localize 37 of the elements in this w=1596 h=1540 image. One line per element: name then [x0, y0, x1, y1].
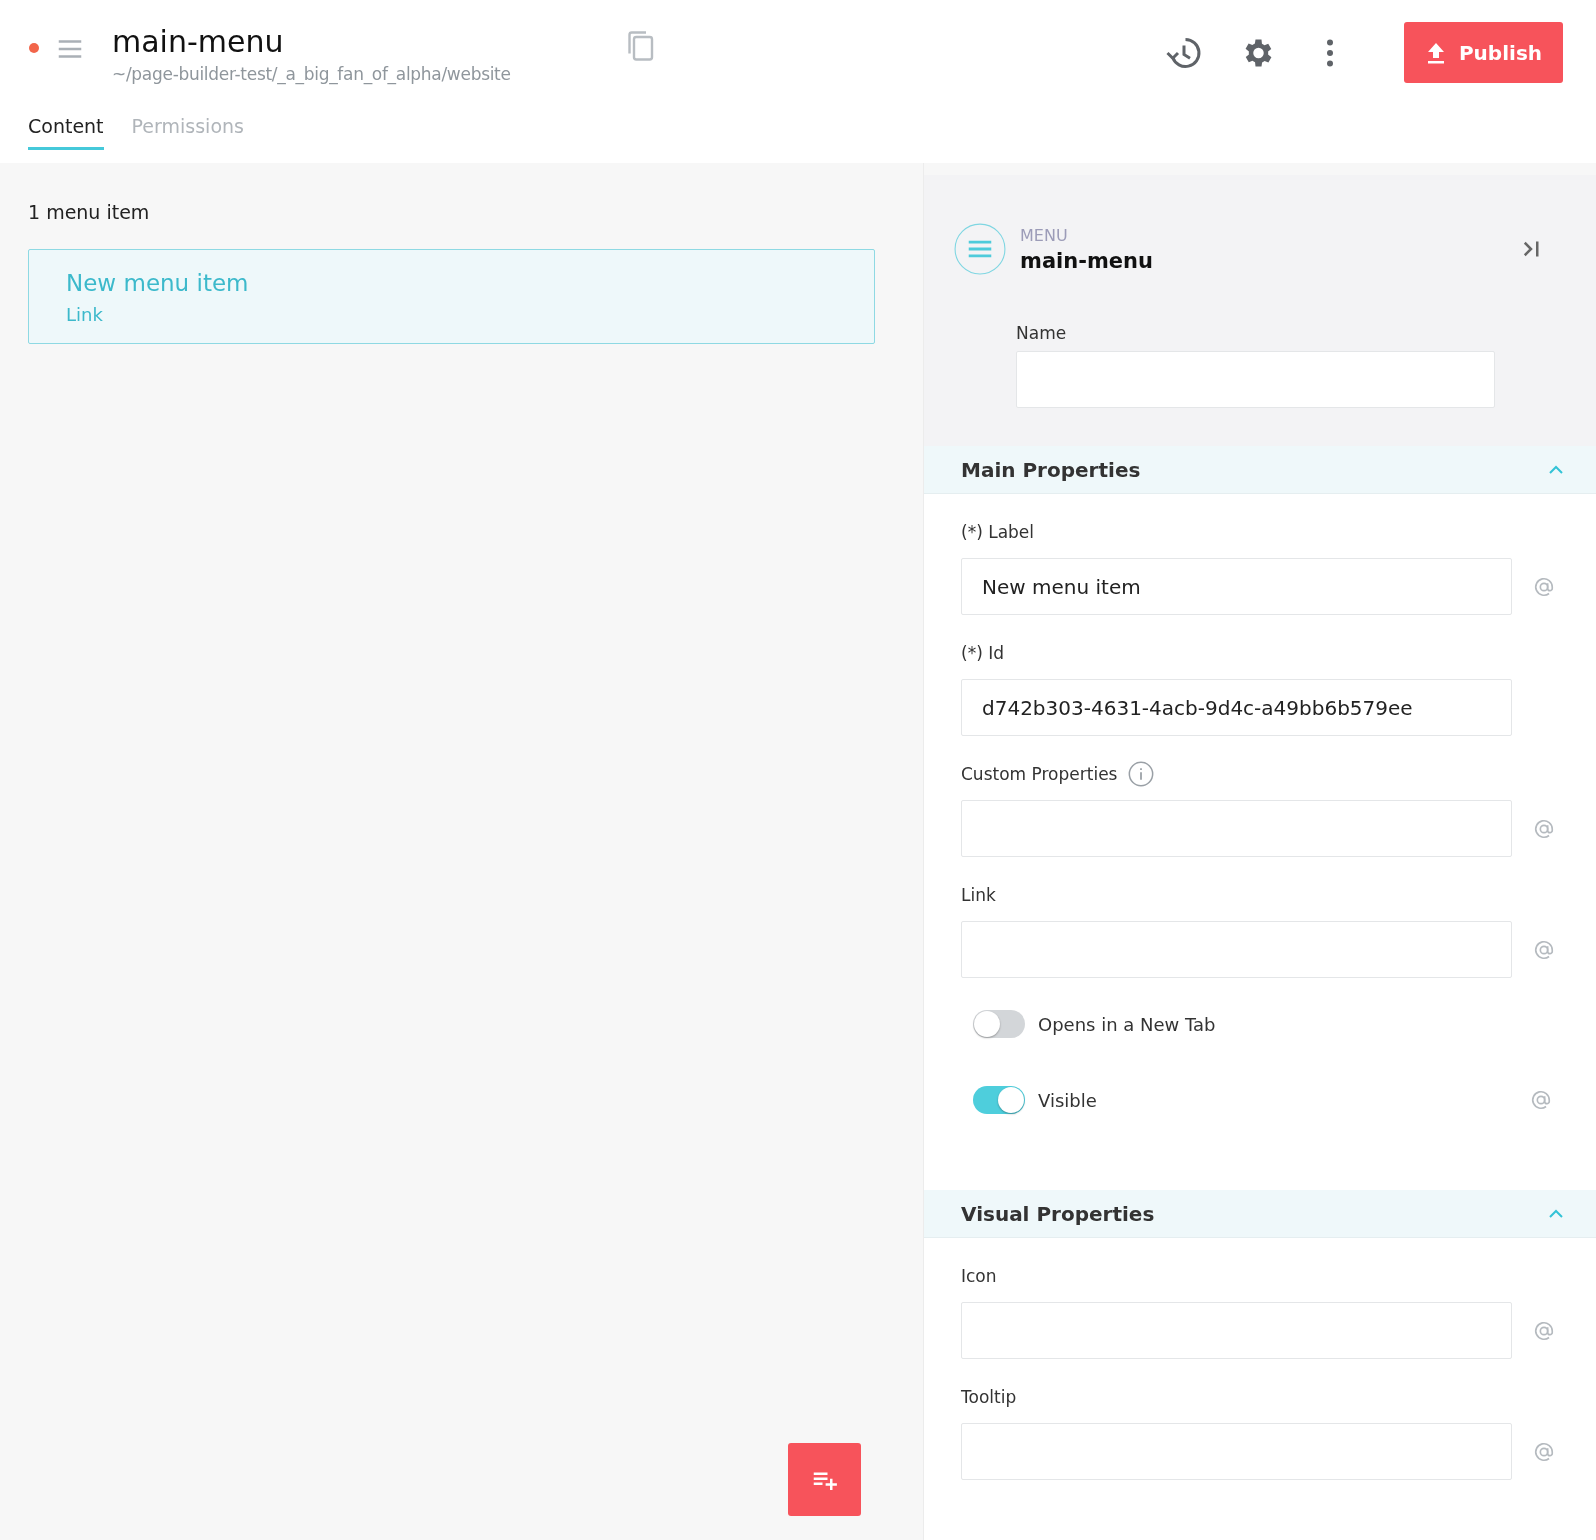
at-sign-icon[interactable]: [1533, 817, 1555, 840]
info-icon[interactable]: [1127, 760, 1156, 788]
field-label: Name: [1016, 323, 1068, 343]
toggle-switch[interactable]: [973, 1086, 1025, 1114]
component-name: main-menu: [1020, 248, 1154, 273]
menu-item-label: New menu item: [66, 270, 250, 296]
section-header[interactable]: Main Properties: [924, 446, 1596, 494]
page-path: ~/page-builder-test/_a_big_fan_of_alpha/website: [112, 64, 512, 84]
at-sign-icon[interactable]: [1533, 1440, 1555, 1463]
component-type: MENU: [1020, 225, 1069, 245]
toggle-label: Opens in a New Tab: [1038, 1013, 1216, 1035]
text-input[interactable]: [961, 921, 1512, 978]
tab[interactable]: Content: [28, 115, 104, 150]
menu-item-type: Link: [66, 304, 104, 325]
field-label: Custom Properties: [961, 764, 1118, 784]
text-input[interactable]: [961, 1302, 1512, 1359]
at-sign-icon[interactable]: [1530, 1089, 1552, 1111]
field-label: Tooltip: [961, 1387, 1017, 1407]
at-sign-icon[interactable]: [1533, 575, 1555, 598]
at-sign-icon[interactable]: [1533, 1319, 1555, 1342]
at-sign-icon[interactable]: [1533, 938, 1555, 961]
text-input[interactable]: New menu item: [961, 558, 1512, 615]
text-input[interactable]: d742b303-4631-4acb-9d4c-a49bb6b579ee: [961, 679, 1512, 736]
name-input[interactable]: [1016, 351, 1495, 408]
field-label: (*) Label: [961, 522, 1035, 542]
text-input[interactable]: [961, 1423, 1512, 1480]
item-count: 1 menu item: [28, 201, 151, 223]
field-label: (*) Id: [961, 643, 1004, 663]
field-label: Link: [961, 885, 996, 905]
field-label: Icon: [961, 1266, 997, 1286]
toggle-label: Visible: [1038, 1089, 1097, 1111]
text-input[interactable]: [961, 800, 1512, 857]
add-item-button[interactable]: [788, 1443, 861, 1516]
toggle-switch[interactable]: [973, 1010, 1025, 1038]
section-header[interactable]: Visual Properties: [924, 1190, 1596, 1238]
menu-icon: [954, 223, 1006, 275]
page-title: main-menu: [112, 23, 285, 61]
